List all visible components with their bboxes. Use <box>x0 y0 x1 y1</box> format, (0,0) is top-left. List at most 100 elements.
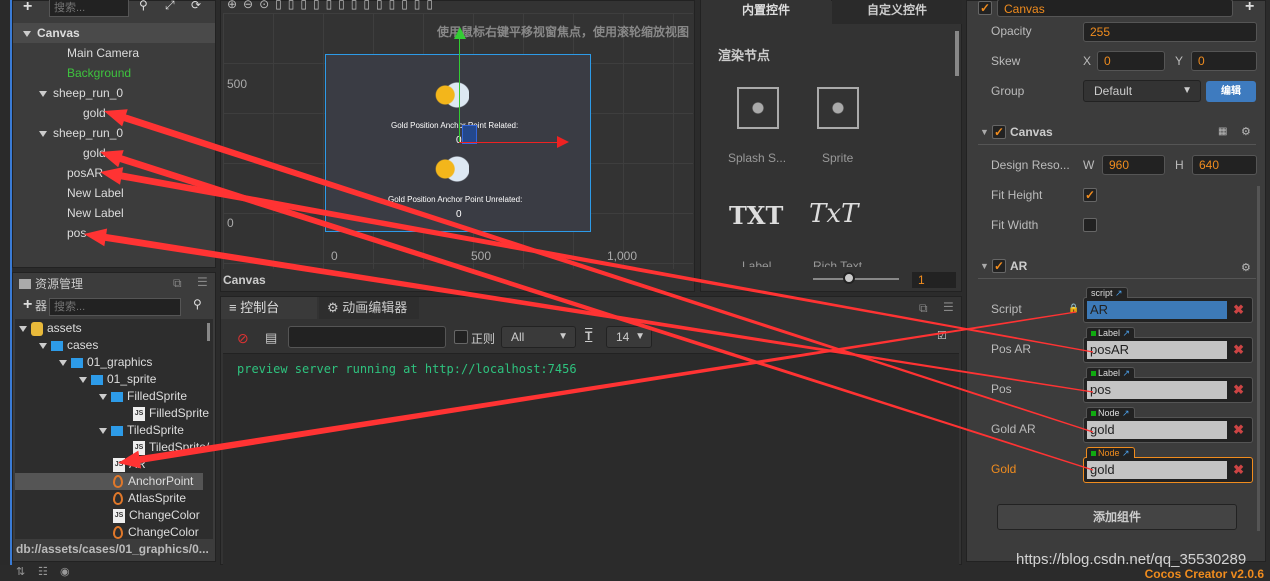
regex-checkbox[interactable] <box>454 330 468 344</box>
skew-x-input[interactable]: 0 <box>1097 51 1165 71</box>
add-icon[interactable]: + <box>1245 0 1254 16</box>
tab-builtin[interactable]: 内置控件 <box>701 0 831 24</box>
search-icon[interactable]: ⚲ <box>193 297 202 311</box>
label-icon[interactable]: TXT <box>729 201 783 230</box>
external-link-icon[interactable]: ↗ <box>1120 328 1131 338</box>
clear-icon[interactable]: ✖ <box>1233 382 1244 398</box>
gear-icon[interactable]: ⚙ <box>1241 261 1251 274</box>
clear-icon[interactable]: ✖ <box>1233 342 1244 358</box>
sprite-icon[interactable] <box>817 87 859 129</box>
menu-icon[interactable]: ☰ <box>943 300 954 314</box>
add-component-button[interactable]: 添加组件 <box>997 504 1237 530</box>
property-value[interactable]: gold <box>1087 461 1227 479</box>
level-select[interactable]: All ▼ <box>501 326 576 348</box>
popout-icon[interactable]: ⧉ <box>173 276 182 291</box>
asset-item[interactable]: 01_sprite <box>79 371 156 388</box>
canvas-comp-checkbox[interactable]: ✓ <box>992 125 1006 139</box>
asset-item[interactable]: AnchorPoint <box>15 473 203 490</box>
asset-item[interactable]: assets <box>19 320 82 337</box>
tab-animation[interactable]: ⚙ 动画编辑器 <box>319 297 419 319</box>
expand-arrow-icon[interactable] <box>99 393 107 400</box>
asset-item[interactable]: JS FilledSprite <box>133 405 209 422</box>
opacity-input[interactable]: 255 <box>1083 22 1257 42</box>
assets-tab[interactable]: 资源管理器 <box>13 273 87 313</box>
gear-icon[interactable]: ⚙ <box>1241 125 1251 138</box>
hierarchy-item[interactable]: Main Camera <box>67 43 139 63</box>
hierarchy-item[interactable]: sheep_run_0 <box>39 123 123 143</box>
node-active-checkbox[interactable]: ✓ <box>978 1 992 15</box>
asset-item[interactable]: JS AR <box>113 456 146 473</box>
clear-icon[interactable]: ✖ <box>1233 462 1244 478</box>
asset-item[interactable]: JS ChangeColor <box>113 507 200 524</box>
expand-icon[interactable]: ⤢ <box>165 0 175 13</box>
menu-icon[interactable]: ☰ <box>197 275 208 289</box>
fit-width-checkbox[interactable] <box>1083 218 1097 232</box>
hierarchy-item[interactable]: Background <box>67 63 131 83</box>
asset-item[interactable]: TiledSprite <box>99 422 184 439</box>
external-link-icon[interactable]: ↗ <box>1120 408 1130 418</box>
skew-y-input[interactable]: 0 <box>1191 51 1257 71</box>
add-asset-button[interactable]: + <box>23 296 32 314</box>
font-size-select[interactable]: 14 ▼ <box>606 326 652 348</box>
clear-icon[interactable]: ✖ <box>1233 302 1244 318</box>
design-width-input[interactable]: 960 <box>1102 155 1165 175</box>
database-icon[interactable]: ☷ <box>38 565 48 578</box>
rich-text-icon[interactable]: TxT <box>809 199 858 229</box>
tab-console[interactable]: ≡ 控制台 <box>221 297 317 319</box>
property-value[interactable]: posAR <box>1087 341 1227 359</box>
search-icon[interactable]: ⚲ <box>139 0 148 12</box>
asset-item[interactable]: JS TiledSprite/ <box>133 439 209 456</box>
book-icon[interactable]: ▦ <box>1218 126 1227 137</box>
property-value[interactable]: gold <box>1087 421 1227 439</box>
zoom-slider-thumb[interactable] <box>843 272 855 284</box>
property-field[interactable]: script ↗ AR ✖ <box>1083 287 1253 323</box>
hierarchy-item[interactable]: gold <box>83 103 106 123</box>
hierarchy-item[interactable]: New Label <box>67 183 124 203</box>
property-value[interactable]: pos <box>1087 381 1227 399</box>
zoom-value-input[interactable]: 1 <box>912 272 956 288</box>
y-axis-arrow-icon[interactable] <box>454 27 466 39</box>
collapse-canvas-icon[interactable]: ▼ <box>980 127 989 137</box>
asset-item[interactable]: cases <box>39 337 98 354</box>
console-filter-input[interactable] <box>288 326 446 348</box>
expand-arrow-icon[interactable] <box>23 30 31 37</box>
clear-icon[interactable]: ✖ <box>1233 422 1244 438</box>
asset-item[interactable]: 01_graphics <box>59 354 152 371</box>
ar-comp-checkbox[interactable]: ✓ <box>992 259 1006 273</box>
clear-icon[interactable]: ⊘ <box>237 330 249 347</box>
asset-item[interactable]: AtlasSprite <box>113 490 186 507</box>
widgets-scrollbar[interactable] <box>955 31 959 76</box>
expand-arrow-icon[interactable] <box>39 130 47 137</box>
file-icon[interactable]: ▤ <box>265 330 277 346</box>
asset-item[interactable]: FilledSprite <box>99 388 187 405</box>
scene-viewport[interactable]: 使用鼠标右键平移视窗焦点，使用滚轮缩放视图 500 0 0 500 1,000 … <box>223 13 693 269</box>
edit-group-button[interactable]: 编辑 <box>1206 81 1256 102</box>
assets-scrollbar[interactable] <box>207 323 210 341</box>
assets-search-input[interactable] <box>49 298 181 316</box>
zoom-slider[interactable] <box>813 278 899 280</box>
x-axis-arrow-icon[interactable] <box>557 136 569 148</box>
inspector-scrollbar[interactable] <box>1257 186 1260 531</box>
y-axis-gizmo[interactable] <box>459 35 460 143</box>
popout-icon[interactable]: ⧉ <box>919 301 928 316</box>
hierarchy-item[interactable]: posAR <box>67 163 103 183</box>
eye-icon[interactable]: ◉ <box>60 565 70 578</box>
external-link-icon[interactable]: ↗ <box>1113 288 1123 298</box>
hierarchy-item[interactable]: New Label <box>67 203 124 223</box>
sheep-gold-sprite[interactable] <box>435 153 469 185</box>
expand-arrow-icon[interactable] <box>79 376 87 383</box>
expand-arrow-icon[interactable] <box>19 325 27 332</box>
collapse-ar-icon[interactable]: ▼ <box>980 261 989 271</box>
tab-custom[interactable]: 自定义控件 <box>832 0 962 24</box>
property-field[interactable]: Node ↗ gold ✖ <box>1083 447 1253 483</box>
group-select[interactable]: Default ▼ <box>1083 80 1201 102</box>
asset-item[interactable]: ChangeColor <box>113 524 199 541</box>
hierarchy-item[interactable]: Canvas <box>23 23 80 43</box>
fit-height-checkbox[interactable]: ✓ <box>1083 188 1097 202</box>
sync-icon[interactable]: ⇅ <box>16 565 25 578</box>
x-axis-gizmo[interactable] <box>459 142 559 143</box>
hierarchy-item[interactable]: gold <box>83 143 106 163</box>
property-field[interactable]: Node ↗ gold ✖ <box>1083 407 1253 443</box>
expand-arrow-icon[interactable] <box>99 427 107 434</box>
expand-arrow-icon[interactable] <box>59 359 67 366</box>
